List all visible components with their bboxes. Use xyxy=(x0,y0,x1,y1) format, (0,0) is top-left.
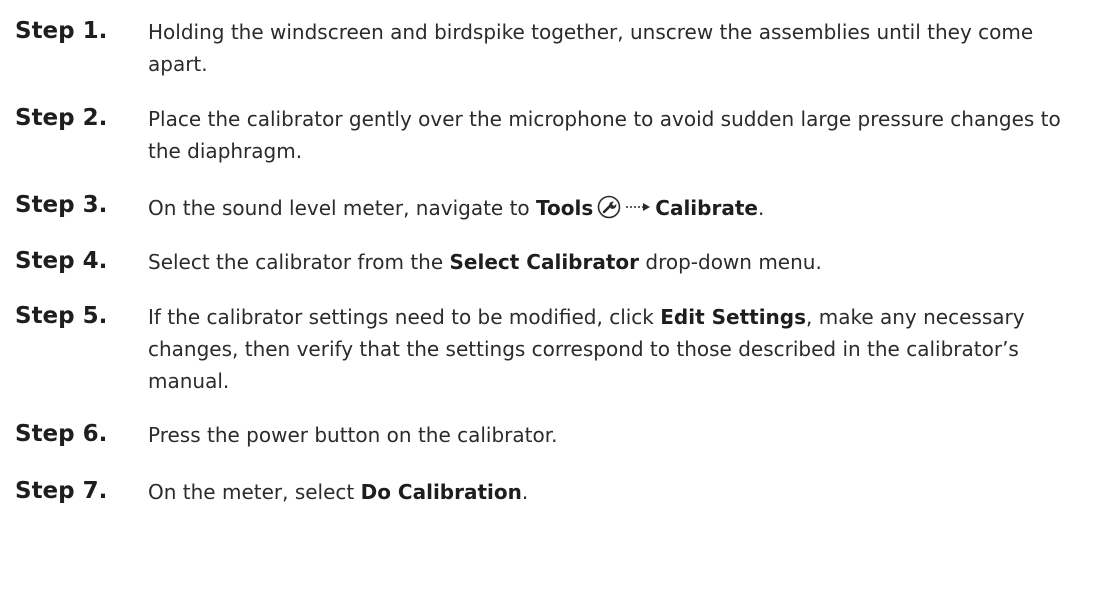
step-text-post: drop-down menu. xyxy=(639,250,822,274)
edit-settings-label: Edit Settings xyxy=(660,305,807,329)
step-text-pre: On the meter, select xyxy=(148,480,361,504)
menu-tools-label: Tools xyxy=(536,196,594,220)
step-text: If the calibrator settings need to be mo… xyxy=(148,301,1098,397)
step-text-post: . xyxy=(521,480,529,504)
step-label: Step 4. xyxy=(15,248,108,274)
step-text-pre: On the sound level meter, navigate to xyxy=(148,196,537,220)
step-label: Step 7. xyxy=(15,478,108,504)
menu-calibrate-label: Calibrate xyxy=(655,196,758,220)
step-label: Step 5. xyxy=(15,303,108,329)
wrench-icon xyxy=(597,195,621,219)
dotted-arrow-icon xyxy=(625,190,651,211)
step-text-pre: If the calibrator settings need to be mo… xyxy=(148,305,661,329)
step-label: Step 2. xyxy=(15,105,108,131)
step-text: Press the power button on the calibrator… xyxy=(148,423,558,447)
step-text: On the meter, select Do Calibration. xyxy=(148,476,1098,508)
step-label: Step 1. xyxy=(15,18,108,44)
step-text: Select the calibrator from the Select Ca… xyxy=(148,246,1098,278)
select-calibrator-label: Select Calibrator xyxy=(449,250,640,274)
step-text: Place the calibrator gently over the mic… xyxy=(148,107,1061,163)
procedure-steps: Step 1. Holding the windscreen and birds… xyxy=(0,0,1105,614)
step-text-pre: Select the calibrator from the xyxy=(148,250,450,274)
step-label: Step 6. xyxy=(15,421,108,447)
step-text: Holding the windscreen and birdspike tog… xyxy=(148,20,1034,76)
do-calibration-label: Do Calibration xyxy=(360,480,522,504)
step-text-post: . xyxy=(757,196,765,220)
step-label: Step 3. xyxy=(15,192,108,218)
step-text: On the sound level meter, navigate to To… xyxy=(148,190,1098,224)
